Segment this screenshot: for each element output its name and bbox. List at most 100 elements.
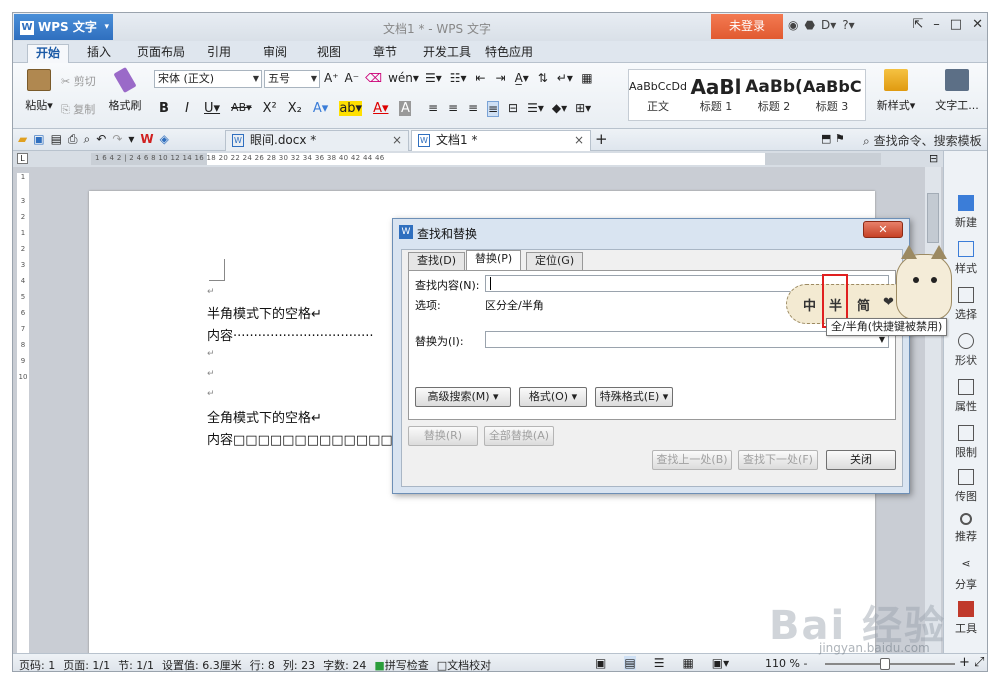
skin-icon[interactable]: ◉ (788, 18, 798, 32)
find-previous-button[interactable]: 查找上一处(B) (652, 450, 732, 470)
distribute-icon[interactable]: ⊟ (507, 101, 519, 117)
tab-goto[interactable]: 定位(G) (526, 252, 584, 270)
style-heading-2[interactable]: AaBb( 标题 2 (745, 70, 803, 120)
font-name-select[interactable]: 宋体 (正文) ▼ (154, 70, 262, 88)
settings-icon[interactable]: ⬣ (804, 18, 814, 32)
login-button[interactable]: 未登录 (711, 14, 783, 39)
bold-icon[interactable]: B (158, 101, 170, 116)
taskpane-properties[interactable]: 属性 (944, 379, 987, 414)
spell-check-toggle[interactable]: ■拼写检查 (374, 657, 428, 671)
decrease-indent-icon[interactable]: ⇤ (475, 71, 487, 85)
border-icon[interactable]: ⊞▾ (575, 101, 591, 117)
zoom-slider[interactable] (825, 658, 955, 670)
asian-layout-icon[interactable]: A̲▾ (515, 71, 529, 85)
align-right-icon[interactable]: ≡ (467, 101, 479, 117)
tab-view[interactable]: 视图 (309, 44, 349, 63)
style-heading-3[interactable]: AaBbC 标题 3 (803, 70, 861, 120)
underline-icon[interactable]: U▾ (204, 101, 220, 116)
undo-icon[interactable]: ↶ (96, 132, 106, 147)
align-left-icon[interactable]: ≡ (427, 101, 439, 117)
grow-font-icon[interactable]: A⁺ (324, 71, 339, 85)
vertical-scrollbar[interactable] (925, 167, 941, 653)
table-icon[interactable]: ▦ (581, 71, 593, 85)
taskpane-recommend[interactable]: 推荐 (944, 513, 987, 544)
fullscreen-view-icon[interactable]: ▣ (595, 656, 606, 670)
text-effect-icon[interactable]: A▾ (313, 101, 328, 116)
advanced-search-button[interactable]: 高级搜索(M) ▾ (415, 387, 511, 407)
status-word-count[interactable]: 字数: 24 (323, 657, 366, 671)
print-icon[interactable]: ⎙ (68, 132, 78, 147)
cloud-icon[interactable]: ◈ (160, 132, 169, 147)
show-marks-icon[interactable]: ↵▾ (557, 71, 573, 85)
print-preview-icon[interactable]: ⌕ (84, 132, 91, 147)
doc-tab[interactable]: W 眼间.docx * × (225, 130, 409, 151)
highlight-icon[interactable]: ab▾ (339, 101, 363, 116)
replace-button[interactable]: 替换(R) (408, 426, 478, 446)
bullet-list-icon[interactable]: ☰▾ (425, 71, 442, 85)
page-view-icon[interactable]: ▤ (624, 656, 636, 670)
line-spacing-icon[interactable]: ☰▾ (527, 101, 544, 117)
italic-icon[interactable]: I (181, 101, 193, 116)
tab-developer[interactable]: 开发工具 (415, 44, 479, 63)
tab-tools-icon[interactable]: ⬒ ⚑ (821, 132, 845, 145)
zoom-level[interactable]: 110 % - (765, 657, 807, 670)
find-next-button[interactable]: 查找下一处(F) (738, 450, 818, 470)
command-search[interactable]: ⌕ 查找命令、搜索模板 (863, 132, 982, 149)
cut-button[interactable]: ✂ 剪切 (61, 73, 96, 89)
format-painter-button[interactable]: 格式刷 (105, 66, 145, 113)
font-size-select[interactable]: 五号 ▼ (264, 70, 320, 88)
ime-simplified-toggle[interactable]: 简 (857, 295, 870, 314)
app-menu-button[interactable]: W WPS 文字 ▾ (14, 14, 113, 40)
justify-icon[interactable]: ≡ (487, 101, 500, 117)
wps-office-icon[interactable]: W (140, 132, 153, 147)
font-color-icon[interactable]: A▾ (373, 101, 388, 116)
dialog-close-button[interactable]: ✕ (863, 221, 903, 238)
tab-features[interactable]: 特色应用 (477, 44, 541, 63)
tab-find[interactable]: 查找(D) (408, 252, 466, 270)
taskpane-upload-image[interactable]: 传图 (944, 469, 987, 504)
split-view-icon[interactable]: ⊟ (929, 152, 938, 165)
numbered-list-icon[interactable]: ☷▾ (450, 71, 467, 85)
tab-page-layout[interactable]: 页面布局 (129, 44, 193, 63)
taskpane-share[interactable]: ⋖ 分享 (944, 557, 987, 592)
customize-icon[interactable]: ▾ (128, 132, 134, 147)
style-heading-1[interactable]: AaBl 标题 1 (687, 70, 745, 120)
outline-view-icon[interactable]: ☰ (654, 656, 665, 670)
phonetic-icon[interactable]: wén▾ (388, 71, 419, 85)
tab-insert[interactable]: 插入 (79, 44, 119, 63)
scrollbar-thumb[interactable] (927, 193, 939, 243)
tab-replace[interactable]: 替换(P) (466, 250, 522, 271)
shrink-font-icon[interactable]: A⁻ (345, 71, 360, 85)
redo-icon[interactable]: ↷ (112, 132, 122, 147)
char-shading-icon[interactable]: A (399, 101, 412, 116)
increase-indent-icon[interactable]: ⇥ (495, 71, 507, 85)
new-style-button[interactable]: 新样式▾ (873, 69, 919, 113)
shading-icon[interactable]: ◆▾ (552, 101, 567, 117)
close-tab-icon[interactable]: × (392, 131, 402, 150)
tab-references[interactable]: 引用 (199, 44, 239, 63)
sort-icon[interactable]: ⇅ (537, 71, 549, 85)
superscript-icon[interactable]: X² (263, 101, 277, 116)
export-pdf-icon[interactable]: ▤ (51, 132, 62, 147)
align-center-icon[interactable]: ≡ (447, 101, 459, 117)
save-icon[interactable]: ▣ (33, 132, 44, 147)
close-button[interactable]: 关闭 (826, 450, 896, 470)
subscript-icon[interactable]: X₂ (288, 101, 302, 116)
tab-home[interactable]: 开始 (27, 44, 70, 63)
new-tab-icon[interactable]: + (595, 130, 608, 148)
close-tab-icon[interactable]: × (574, 131, 584, 150)
horizontal-ruler[interactable]: 1 6 4 2 | 2 4 6 8 10 12 14 16 18 20 22 2… (91, 153, 881, 165)
copy-button[interactable]: ⎘ 复制 (61, 101, 95, 117)
special-format-button[interactable]: 特殊格式(E) ▾ (595, 387, 673, 407)
replace-all-button[interactable]: 全部替换(A) (484, 426, 554, 446)
tab-review[interactable]: 审阅 (255, 44, 295, 63)
format-button[interactable]: 格式(O) ▾ (519, 387, 587, 407)
maximize-icon[interactable]: □ (950, 17, 962, 32)
minimize-icon[interactable]: – (933, 17, 940, 32)
tab-chapter[interactable]: 章节 (365, 44, 405, 63)
taskpane-restrict[interactable]: 限制 (944, 425, 987, 460)
tab-stop-icon[interactable]: L (17, 153, 28, 164)
ime-chinese-mode[interactable]: 中 (803, 295, 816, 314)
reading-view-icon[interactable]: ▣▾ (712, 656, 729, 670)
zoom-in-icon[interactable]: + ⤢ (959, 655, 984, 670)
